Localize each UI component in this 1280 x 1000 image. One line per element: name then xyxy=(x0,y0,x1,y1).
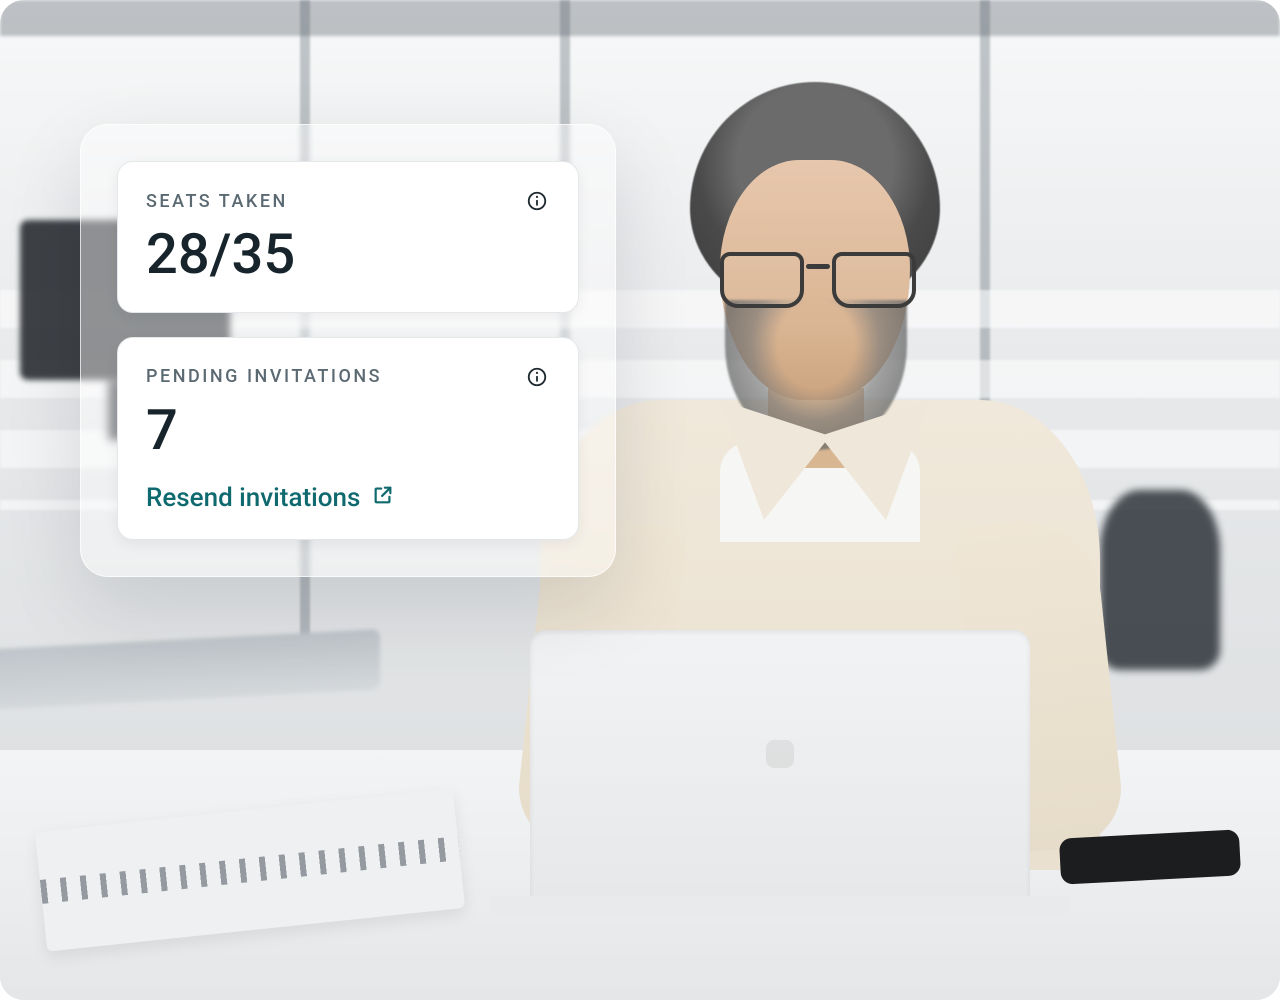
seats-taken-label: SEATS TAKEN xyxy=(146,191,288,212)
laptop xyxy=(490,630,1070,900)
resend-invitations-label: Resend invitations xyxy=(146,483,360,513)
smartphone xyxy=(1059,829,1241,884)
pending-invitations-label: PENDING INVITATIONS xyxy=(146,366,382,387)
pending-invitations-card: PENDING INVITATIONS 7 Resend invitations xyxy=(117,337,579,541)
marketing-scene: SEATS TAKEN 28/35 PENDING INVITATIONS 7 xyxy=(0,0,1280,1000)
info-icon[interactable] xyxy=(524,364,550,390)
seats-taken-card: SEATS TAKEN 28/35 xyxy=(117,161,579,313)
pending-invitations-value: 7 xyxy=(146,400,550,462)
background-frame xyxy=(0,0,1280,36)
stats-overlay-panel: SEATS TAKEN 28/35 PENDING INVITATIONS 7 xyxy=(80,124,616,577)
resend-invitations-link[interactable]: Resend invitations xyxy=(146,483,394,513)
seats-taken-value: 28/35 xyxy=(146,224,550,286)
info-icon[interactable] xyxy=(524,188,550,214)
external-link-icon xyxy=(372,483,394,513)
